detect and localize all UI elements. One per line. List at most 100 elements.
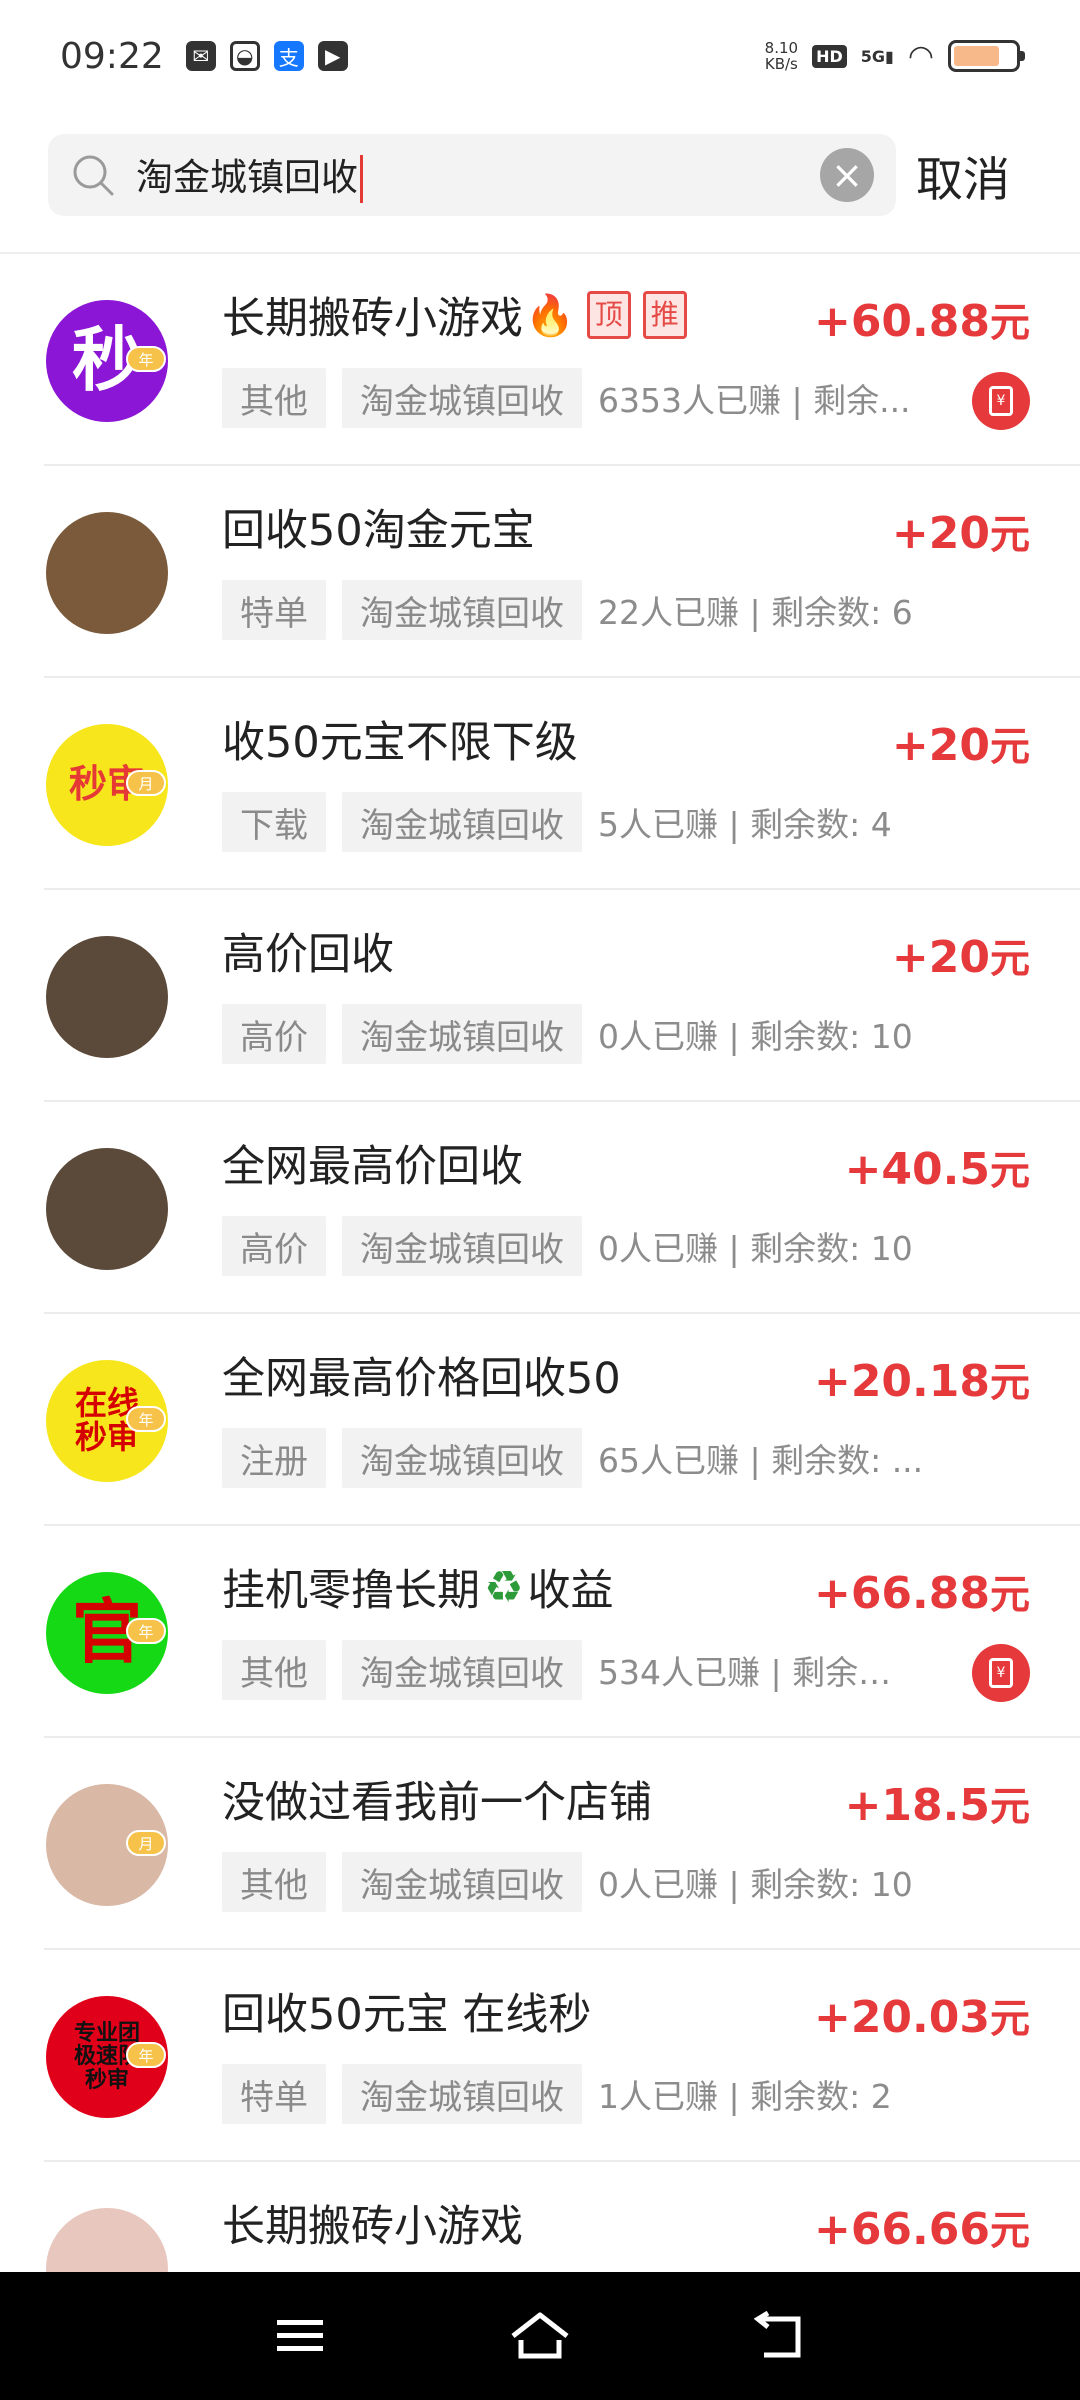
hd-icon: HD [812,44,847,68]
reward-amount: +20 [891,508,990,559]
speed-value: 8.10 [764,39,799,57]
task-title: 高价回收 [222,920,394,982]
battery-icon [948,40,1025,72]
task-meta: 高价 淘金城镇回收 0人已赚 | 剩余数: 10 [222,1004,913,1064]
task-meta: 其他 淘金城镇回收 0人已赚 | 剩余数: 10 [222,1852,913,1912]
menu-icon [277,2320,323,2351]
network-type: 5G [860,46,885,66]
task-stats: 0人已赚 | 剩余数: 10 [598,1229,913,1268]
alipay-icon: 支 [273,41,304,71]
back-icon [754,2311,801,2358]
reward-unit: 元 [990,300,1030,346]
keyword-tag: 淘金城镇回收 [342,1428,582,1488]
keyword-tag: 淘金城镇回收 [342,1216,582,1276]
keyword-tag: 淘金城镇回收 [342,368,582,428]
network-speed: 8.10 KB/s [765,40,798,72]
recommend-tag: 推 [642,291,687,339]
status-right: 8.10 KB/s HD 5G▮ ◠ [765,38,1025,74]
recents-button[interactable] [260,2296,340,2376]
avatar-badge: 月 [126,770,166,796]
task-title: 没做过看我前一个店铺 [222,1768,652,1830]
task-stats: 0人已赚 | 剩余数: 10 [598,1865,913,1904]
reward-price: +20元 [892,926,1030,984]
yuan-icon: ¥ [989,386,1013,416]
yuan-icon: ¥ [989,1658,1013,1688]
red-packet-icon[interactable]: ¥ [972,1644,1030,1702]
task-title-text: 挂机零撸长期 [222,1566,480,1616]
reward-unit: 元 [990,512,1030,558]
back-button[interactable] [740,2296,820,2376]
reward-unit: 元 [990,936,1030,982]
video-icon: ▶ [317,41,348,71]
task-title: 回收50淘金元宝 [222,496,535,558]
search-input-text: 淘金城镇回收 [136,155,358,199]
task-list-item[interactable]: 官年挂机零撸长期 ♻ 收益 +66.88元 其他 淘金城镇回收 534人已赚 | 剩余数..… [44,1526,1080,1738]
reward-unit: 元 [990,724,1030,770]
reward-unit: 元 [990,1996,1030,2042]
task-list-item[interactable]: 回收50淘金元宝 +20元特单 淘金城镇回收 22人已赚 | 剩余数: 6 [44,466,1080,678]
avatar-badge: 年 [126,346,166,372]
task-meta: 其他 淘金城镇回收 6353人已赚 | 剩余... [222,368,911,428]
reward-amount: +20.03 [813,1992,990,2043]
clear-search-button[interactable]: × [820,148,874,202]
task-list-item[interactable]: 高价回收 +20元 高价 淘金城镇回收 0人已赚 | 剩余数: 10 [44,890,1080,1102]
category-tag: 其他 [222,1640,326,1700]
reward-amount: +66.66 [813,2204,990,2255]
task-list-item[interactable]: 全网最高价回收 +40.5元 高价 淘金城镇回收 0人已赚 | 剩余数: 10 [44,1102,1080,1314]
red-packet-icon[interactable]: ¥ [972,372,1030,430]
keyword-tag: 淘金城镇回收 [342,580,582,640]
reward-price: +20.18元 [814,1350,1030,1408]
avatar-badge: 月 [126,1830,166,1856]
category-tag: 特单 [222,2064,326,2124]
task-list-item[interactable]: 月 没做过看我前一个店铺 +18.5元 其他 淘金城镇回收 0人已赚 | 剩余数: 10 [44,1738,1080,1950]
reward-unit: 元 [990,2208,1030,2254]
task-list-item[interactable]: 在线秒审年全网最高价格回收50 +20.18元 注册 淘金城镇回收 65人已赚 | 剩余… [44,1314,1080,1526]
reward-unit: 元 [990,1360,1030,1406]
system-nav-bar [0,2272,1080,2400]
task-list-item[interactable]: 秒审月收50元宝不限下级 +20元 下载 淘金城镇回收 5人已赚 | 剩余数: 4 [44,678,1080,890]
reward-amount: +18.5 [844,1780,990,1831]
battery-level [954,46,999,66]
task-title-suffix: 收益 [527,1566,614,1616]
task-title: 挂机零撸长期 ♻ 收益 [222,1556,613,1618]
task-stats: 6353人已赚 | 剩余... [598,381,911,420]
speed-unit: KB/s [764,55,798,73]
task-title-text: 没做过看我前一个店铺 [222,1778,652,1828]
task-title-text: 回收50元宝 在线秒 [222,1990,592,2040]
category-tag: 高价 [222,1216,326,1276]
search-input[interactable]: 淘金城镇回收 [136,147,820,204]
home-button[interactable] [500,2296,580,2376]
fire-icon: 🔥 [525,292,575,339]
task-meta: 高价 淘金城镇回收 0人已赚 | 剩余数: 10 [222,1216,913,1276]
reward-price: +66.88元 [814,1562,1030,1620]
category-tag: 其他 [222,1852,326,1912]
keyword-tag: 淘金城镇回收 [342,1004,582,1064]
task-stats: 65人已赚 | 剩余数: ... [598,1441,924,1480]
search-icon [73,155,114,196]
task-stats: 0人已赚 | 剩余数: 10 [598,1017,913,1056]
task-title-text: 全网最高价回收 [222,1142,523,1192]
search-box[interactable]: 淘金城镇回收 × [48,134,896,216]
task-meta: 特单 淘金城镇回收 22人已赚 | 剩余数: 6 [222,580,913,640]
wifi-icon: ◠ [907,38,934,74]
task-list-item[interactable]: 秒年长期搬砖小游戏 🔥 顶推 +60.88元 其他 淘金城镇回收 6353人已赚 | 剩余.… [44,254,1080,466]
reward-amount: +20 [891,720,990,771]
task-list: 秒年长期搬砖小游戏 🔥 顶推 +60.88元 其他 淘金城镇回收 6353人已赚 | 剩余.… [0,254,1080,2374]
cancel-button[interactable]: 取消 [916,141,1010,210]
text-caret [360,155,363,204]
avatar [46,1148,168,1270]
task-stats: 534人已赚 | 剩余数... [598,1653,918,1692]
home-icon [511,2312,569,2359]
reward-price: +20元 [892,502,1030,560]
avatar-badge: 年 [126,2042,166,2068]
category-tag: 注册 [222,1428,326,1488]
task-list-item[interactable]: 专业团极速队秒审年回收50元宝 在线秒 +20.03元 特单 淘金城镇回收 1人已赚 |… [44,1950,1080,2162]
reward-price: +20元 [892,714,1030,772]
reward-amount: +60.88 [813,296,990,347]
task-title: 全网最高价回收 [222,1132,523,1194]
reward-amount: +20.18 [813,1356,990,1407]
reward-price: +20.03元 [814,1986,1030,2044]
task-title-text: 高价回收 [222,930,394,980]
keyword-tag: 淘金城镇回收 [342,1852,582,1912]
task-title-text: 回收50淘金元宝 [222,506,535,556]
